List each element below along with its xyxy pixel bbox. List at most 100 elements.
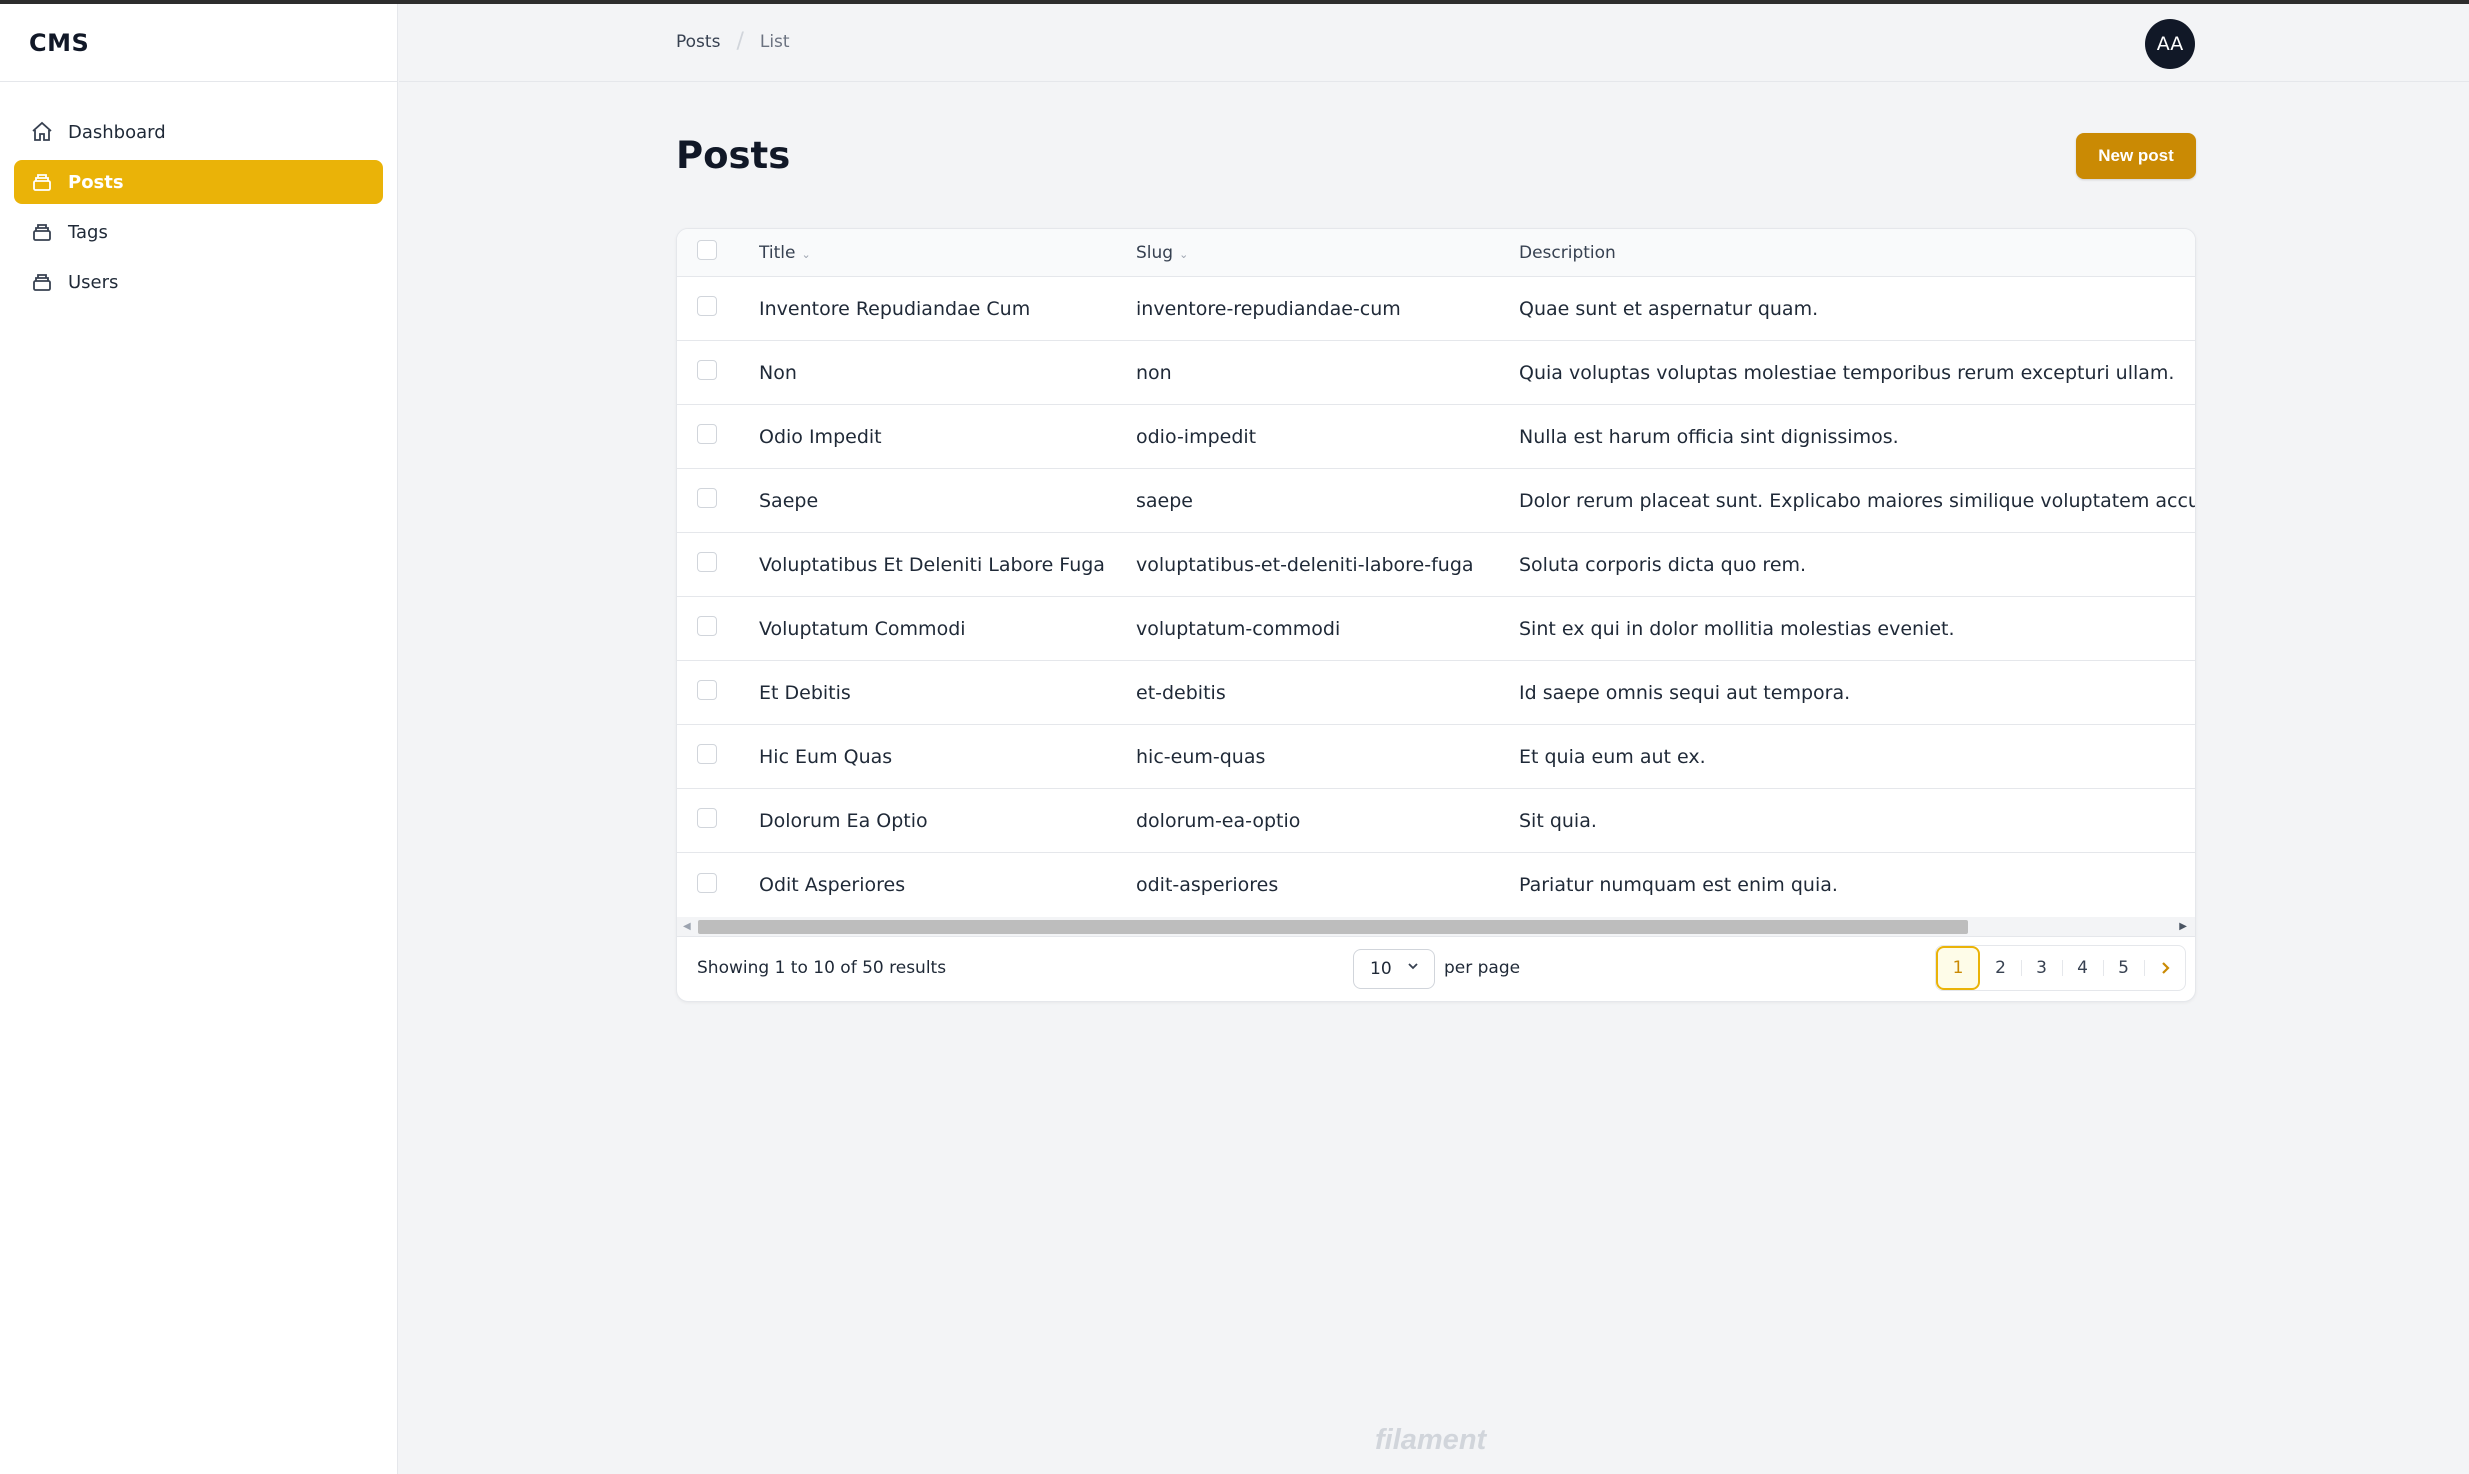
user-avatar[interactable]: AA <box>2145 19 2195 69</box>
cell-slug: voluptatibus-et-deleniti-labore-fuga <box>1136 553 1474 576</box>
sidebar: CMS Dashboard Posts Tags Users <box>0 4 398 1474</box>
table-row[interactable]: Voluptatum Commodi voluptatum-commodi Si… <box>677 597 2195 661</box>
sort-icon: ⌄ <box>801 247 811 261</box>
results-summary: Showing 1 to 10 of 50 results <box>697 958 947 978</box>
sidebar-item-label: Posts <box>68 171 124 193</box>
row-checkbox[interactable] <box>697 424 717 444</box>
breadcrumb: Posts / List <box>676 29 790 54</box>
cell-title: Voluptatum Commodi <box>759 617 966 640</box>
cell-title: Saepe <box>759 489 819 512</box>
row-checkbox[interactable] <box>697 488 717 508</box>
cell-slug: dolorum-ea-optio <box>1136 809 1301 832</box>
sort-icon: ⌄ <box>1179 247 1189 261</box>
cell-slug: et-debitis <box>1136 681 1226 704</box>
collection-icon <box>30 220 54 244</box>
table-row[interactable]: Voluptatibus Et Deleniti Labore Fuga vol… <box>677 533 2195 597</box>
sidebar-item-label: Users <box>68 271 119 293</box>
breadcrumb-list: List <box>759 32 790 52</box>
cell-description: Quia voluptas voluptas molestiae tempori… <box>1519 361 2175 384</box>
sidebar-item-tags[interactable]: Tags <box>14 210 383 254</box>
posts-table: Title ⌄ Slug ⌄ Description Inventore Repud… <box>676 228 2196 1002</box>
page-button-5[interactable]: 5 <box>2103 946 2144 990</box>
sidebar-item-dashboard[interactable]: Dashboard <box>14 110 383 154</box>
cell-title: Non <box>759 361 797 384</box>
table-row[interactable]: Dolorum Ea Optio dolorum-ea-optio Sit qu… <box>677 789 2195 853</box>
topbar: Posts / List AA <box>399 4 2469 82</box>
sidebar-item-users[interactable]: Users <box>14 260 383 304</box>
row-checkbox[interactable] <box>697 296 717 316</box>
row-checkbox[interactable] <box>697 552 717 572</box>
pagination: 1 2 3 4 5 <box>1935 945 2186 991</box>
table-row[interactable]: Odio Impedit odio-impedit Nulla est haru… <box>677 405 2195 469</box>
app-name[interactable]: CMS <box>29 29 89 57</box>
cell-description: Nulla est harum officia sint dignissimos… <box>1519 425 1899 448</box>
home-icon <box>30 120 54 144</box>
sidebar-nav: Dashboard Posts Tags Users <box>0 82 397 304</box>
column-header-title[interactable]: Title ⌄ <box>759 243 1136 263</box>
row-checkbox[interactable] <box>697 808 717 828</box>
column-header-description: Description <box>1519 242 1616 263</box>
cell-slug: odio-impedit <box>1136 425 1257 448</box>
cell-description: Pariatur numquam est enim quia. <box>1519 874 1838 896</box>
cell-title: Inventore Repudiandae Cum <box>759 297 1031 320</box>
cell-slug: non <box>1136 361 1172 384</box>
table-row[interactable]: Hic Eum Quas hic-eum-quas Et quia eum au… <box>677 725 2195 789</box>
cell-description: Et quia eum aut ex. <box>1519 745 1706 768</box>
cell-title: Et Debitis <box>759 681 851 704</box>
table-row[interactable]: Non non Quia voluptas voluptas molestiae… <box>677 341 2195 405</box>
cell-slug: voluptatum-commodi <box>1136 617 1341 640</box>
table-row[interactable]: Odit Asperiores odit-asperiores Pariatur… <box>677 853 2195 917</box>
table-footer: Showing 1 to 10 of 50 results 10 per pag… <box>677 937 2195 1001</box>
table-row[interactable]: Saepe saepe Dolor rerum placeat sunt. Ex… <box>677 469 2195 533</box>
table-row[interactable]: Inventore Repudiandae Cum inventore-repu… <box>677 277 2195 341</box>
chevron-down-icon <box>1408 963 1418 970</box>
cell-title: Odit Asperiores <box>759 874 906 896</box>
cell-title: Dolorum Ea Optio <box>759 809 928 832</box>
page-button-2[interactable]: 2 <box>1980 946 2021 990</box>
sidebar-item-posts[interactable]: Posts <box>14 160 383 204</box>
breadcrumb-posts[interactable]: Posts <box>676 32 720 52</box>
cell-title: Hic Eum Quas <box>759 745 893 768</box>
scrollbar-thumb[interactable] <box>698 920 1968 934</box>
cell-slug: inventore-repudiandae-cum <box>1136 297 1401 320</box>
main-content: Posts / List AA Posts New post Title ⌄ Sl… <box>399 4 2469 1474</box>
cell-slug: odit-asperiores <box>1136 874 1279 896</box>
chevron-right-icon <box>2161 962 2170 974</box>
page-button-3[interactable]: 3 <box>2021 946 2062 990</box>
scroll-right-arrow-icon[interactable]: ▶ <box>2179 921 2187 932</box>
cell-description: Soluta corporis dicta quo rem. <box>1519 553 1807 576</box>
next-page-button[interactable] <box>2144 946 2185 990</box>
column-header-slug[interactable]: Slug ⌄ <box>1136 243 1519 263</box>
sidebar-item-label: Tags <box>68 221 108 243</box>
sidebar-header: CMS <box>0 4 397 82</box>
row-checkbox[interactable] <box>697 616 717 636</box>
filament-logo: filament <box>1375 1424 1487 1456</box>
page-button-4[interactable]: 4 <box>2062 946 2103 990</box>
cell-description: Id saepe omnis sequi aut tempora. <box>1519 681 1851 704</box>
cell-title: Voluptatibus Et Deleniti Labore Fuga <box>759 553 1105 576</box>
horizontal-scrollbar[interactable]: ◀ ▶ <box>677 917 2195 937</box>
row-checkbox[interactable] <box>697 360 717 380</box>
table-row[interactable]: Et Debitis et-debitis Id saepe omnis seq… <box>677 661 2195 725</box>
page-button-1[interactable]: 1 <box>1936 946 1980 990</box>
collection-icon <box>30 170 54 194</box>
cell-slug: saepe <box>1136 489 1193 512</box>
row-checkbox[interactable] <box>697 680 717 700</box>
collection-icon <box>30 270 54 294</box>
cell-description: Sit quia. <box>1519 809 1597 832</box>
select-all-checkbox[interactable] <box>697 240 717 260</box>
breadcrumb-separator: / <box>736 29 744 54</box>
cell-slug: hic-eum-quas <box>1136 745 1266 768</box>
per-page-label: per page <box>1444 958 1521 978</box>
cell-title: Odio Impedit <box>759 425 882 448</box>
scroll-left-arrow-icon[interactable]: ◀ <box>683 921 691 932</box>
sidebar-item-label: Dashboard <box>68 121 166 143</box>
row-checkbox[interactable] <box>697 872 717 893</box>
table-header: Title ⌄ Slug ⌄ Description <box>677 229 2195 277</box>
per-page-select[interactable]: 10 <box>1353 949 1435 989</box>
new-post-button[interactable]: New post <box>2076 133 2196 179</box>
page-title: Posts <box>676 134 791 177</box>
row-checkbox[interactable] <box>697 744 717 764</box>
cell-description: Dolor rerum placeat sunt. Explicabo maio… <box>1519 489 2195 512</box>
per-page-value: 10 <box>1370 959 1392 979</box>
